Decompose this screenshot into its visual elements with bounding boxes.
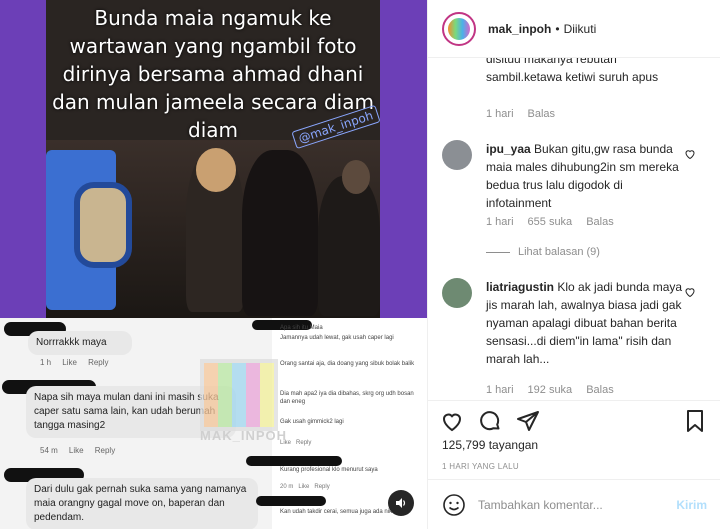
comments-list[interactable]: disituu makanya rebutan sambil.ketawa ke… — [428, 58, 720, 400]
view-replies-label: Lihat balasan (9) — [518, 246, 600, 258]
screenshot-comment-text: Jamannya udah lewat, gak usah caper lagi — [280, 335, 394, 341]
screenshot-comments: Norrrakkk maya 1 h Like Reply Napa sih m… — [0, 318, 427, 529]
reply-link[interactable]: Balas — [528, 108, 556, 120]
post-comment-button[interactable]: Kirim — [676, 498, 707, 512]
person-head — [342, 160, 370, 194]
reply-link[interactable]: Balas — [586, 384, 614, 396]
mak-inpoh-logo-watermark — [200, 359, 278, 431]
post-date[interactable]: 1 HARI YANG LALU — [442, 462, 519, 471]
emoji-icon[interactable] — [442, 493, 466, 517]
screenshot-comment-bubble: Norrrakkk maya — [28, 331, 132, 355]
comment-meta: 1 hari 192 suka Balas — [486, 384, 614, 396]
like-count[interactable]: 655 suka — [528, 216, 573, 228]
screenshot-comment-time: 1 h — [40, 358, 52, 367]
video-frame[interactable]: Bunda maia ngamuk ke wartawan yang ngamb… — [46, 0, 380, 318]
comment-input[interactable] — [478, 498, 677, 512]
reply-link[interactable]: Balas — [586, 216, 614, 228]
screenshot-comment-meta: 1 h Like Reply — [40, 358, 109, 367]
screenshot-comment-text: Norrrakkk maya — [36, 337, 107, 348]
screenshot-reply-link: Reply — [94, 446, 116, 455]
separator-dot: • — [555, 21, 560, 36]
avatar[interactable] — [442, 278, 472, 308]
person-figure — [242, 150, 318, 316]
view-count[interactable]: 125,799 tayangan — [442, 438, 538, 452]
blue-prop — [46, 150, 132, 310]
screenshot-like-link: Like — [62, 358, 77, 367]
post-header: mak_inpoh • Diikuti — [428, 0, 720, 58]
screenshot-comment-time: 54 m — [40, 446, 58, 455]
screenshot-like-link: Like — [298, 484, 310, 490]
person-head — [196, 148, 236, 192]
comment-username[interactable]: liatriagustin — [486, 280, 554, 294]
post-media[interactable]: Bunda maia ngamuk ke wartawan yang ngamb… — [0, 0, 427, 529]
comment-icon[interactable] — [478, 409, 502, 433]
heart-icon[interactable] — [684, 286, 696, 298]
divider-line — [486, 251, 510, 253]
screenshot-comment-text: Kurang profesional klo menurut saya — [280, 467, 378, 473]
like-heart-icon[interactable] — [440, 409, 464, 433]
action-icons — [440, 409, 540, 433]
share-icon[interactable] — [516, 409, 540, 433]
bookmark-icon[interactable] — [683, 409, 707, 433]
instagram-post: Bunda maia ngamuk ke wartawan yang ngamb… — [0, 0, 720, 529]
comment-username[interactable]: ipu_yaa — [486, 142, 531, 156]
comment-time: 1 hari — [486, 384, 514, 396]
avatar[interactable] — [442, 140, 472, 170]
heart-icon[interactable] — [684, 148, 696, 160]
comment-meta: 1 hari Balas — [486, 108, 555, 120]
screenshot-comment-text: Dari dulu gak pernah suka sama yang nama… — [34, 484, 247, 523]
redaction-scribble — [246, 456, 342, 466]
screenshot-comment-meta: 20 m Like Reply — [280, 484, 330, 490]
comment-text: disituu makanya rebutan sambil.ketawa ke… — [486, 58, 659, 84]
speaker-icon — [396, 498, 406, 508]
screenshot-comment-meta: 54 m Like Reply — [40, 446, 115, 455]
add-comment-bar: Kirim — [428, 479, 720, 529]
comment-time: 1 hari — [486, 108, 514, 120]
avatar-image — [446, 15, 472, 42]
sound-toggle-button[interactable] — [388, 490, 414, 516]
avatar[interactable] — [442, 11, 476, 46]
screenshot-reply-link: Reply — [314, 484, 330, 490]
screenshot-comment-text: Napa sih maya mulan dani ini masih suka … — [34, 392, 219, 431]
screenshot-comment-bubble: Dari dulu gak pernah suka sama yang nama… — [26, 478, 258, 529]
username-link[interactable]: mak_inpoh — [488, 22, 551, 36]
post-actions: 125,799 tayangan 1 HARI YANG LALU Kirim — [428, 400, 720, 529]
screenshot-like-link: Like — [68, 446, 84, 455]
screenshot-comment-time: 20 m — [280, 484, 294, 490]
comment-body: liatriagustin Klo ak jadi bunda maya jis… — [486, 278, 686, 368]
watermark-text: MAK_INPOH — [200, 428, 288, 443]
comment-time: 1 hari — [486, 216, 514, 228]
screenshot-comment-text: Apa sih itu Maia — [280, 325, 323, 331]
follow-status-button[interactable]: Diikuti — [564, 22, 597, 36]
screenshot-reply-link: Reply — [296, 440, 312, 446]
screenshot-comment-text: Gak usah gimmick2 lagi — [280, 419, 344, 425]
redaction-scribble — [256, 496, 326, 506]
comment-meta: 1 hari 655 suka Balas — [486, 216, 614, 228]
screenshot-comment-text: Orang santai aja, dia doang yang sibuk b… — [280, 361, 415, 367]
post-side-panel: mak_inpoh • Diikuti disituu makanya rebu… — [427, 0, 720, 529]
screenshot-comment-text: Dia mah apa2 iya dia dibahas, skrg org u… — [280, 391, 414, 405]
comment-body: ipu_yaa Bukan gitu,gw rasa bunda maia ma… — [486, 140, 686, 212]
screenshot-reply-link: Reply — [88, 358, 109, 367]
like-count[interactable]: 192 suka — [528, 384, 573, 396]
person-figure — [318, 176, 380, 316]
view-replies-button[interactable]: Lihat balasan (9) — [486, 246, 600, 258]
